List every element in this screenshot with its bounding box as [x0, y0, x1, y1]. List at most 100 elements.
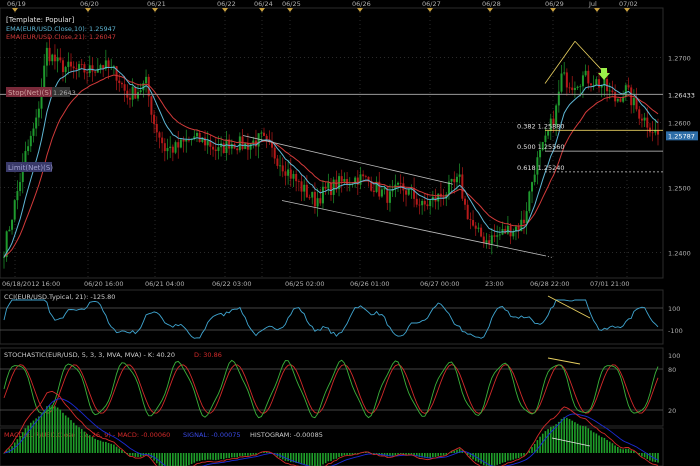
macd-histogram-bar — [134, 453, 137, 457]
candle-body — [472, 220, 475, 226]
macd-histogram-bar — [322, 453, 324, 465]
stoch-axis-100: 100 — [668, 352, 680, 360]
macd-histogram-bar — [611, 443, 614, 453]
candle-body — [206, 140, 209, 146]
candle-body — [589, 83, 592, 86]
macd-histogram-bar — [88, 435, 91, 453]
macd-histogram-bar — [102, 441, 104, 453]
template-label: [Template: Popular] — [6, 16, 75, 24]
candle-body — [244, 143, 247, 150]
candle-body — [646, 117, 649, 128]
macd-histogram-bar — [600, 437, 603, 453]
macd-histogram-bar — [547, 429, 549, 453]
candle-body — [86, 72, 89, 74]
candle-body — [222, 143, 225, 153]
candle-body — [608, 90, 611, 92]
candle-body — [466, 204, 469, 220]
candle-body — [276, 158, 279, 166]
current-price-marker: 1.25787 — [666, 131, 698, 141]
macd-histogram-bar — [252, 453, 255, 455]
macd-histogram-bar — [606, 439, 608, 453]
candle-body — [139, 90, 142, 93]
candle-body — [316, 198, 319, 207]
macd-histogram-bar — [193, 453, 196, 463]
macd-histogram-bar — [407, 453, 410, 455]
candle-body — [249, 143, 252, 150]
macd-histogram-bar — [614, 445, 616, 453]
candle-body — [364, 176, 367, 178]
stop-price-axis-label: 1.26433 — [668, 91, 695, 99]
candle-body — [421, 200, 424, 206]
macd-histogram-bar — [453, 450, 456, 453]
candle-body — [179, 139, 182, 148]
candle-body — [321, 186, 324, 204]
macd-histogram-bar — [231, 453, 233, 458]
candle-body — [598, 79, 601, 88]
macd-histogram-bar — [523, 453, 525, 456]
macd-histogram-bar — [386, 453, 389, 457]
candle-body — [260, 132, 263, 134]
macd-histogram-bar — [327, 453, 330, 462]
stop-label[interactable]: Stop(Net)(S) 1.2643 — [6, 87, 76, 97]
macd-histogram-bar — [59, 409, 62, 453]
macd-histogram-bar — [38, 416, 40, 453]
candle-body — [426, 204, 429, 207]
bottom-date-label: 06/26 01:00 — [350, 280, 390, 288]
macd-histogram-bar — [616, 446, 619, 453]
macd-histogram-bar — [319, 453, 322, 466]
candle-body — [632, 97, 635, 106]
legend-ema21: EMA(EUR/USD.Close,21): 1.26047 — [6, 33, 116, 41]
macd-histogram-bar — [298, 453, 300, 464]
candle-body — [399, 182, 402, 184]
candle-body — [27, 146, 30, 152]
macd-histogram-bar — [51, 405, 54, 453]
macd-histogram-bar — [641, 453, 643, 457]
macd-histogram-bar — [496, 453, 498, 465]
macd-histogram-bar — [86, 433, 88, 453]
macd-histogram-bar — [501, 453, 504, 463]
candle-body — [600, 85, 603, 88]
candle-body — [485, 240, 488, 243]
candle-body — [273, 147, 276, 159]
candle-body — [458, 174, 461, 177]
macd-histogram-bar — [306, 453, 308, 466]
top-date-label: 06/25 — [282, 0, 301, 8]
macd-histogram-bar — [129, 453, 131, 456]
chart-canvas[interactable]: 06/19 06/20 06/21 06/22 06/24 06/25 06/26 06/27… — [0, 0, 700, 466]
macd-histogram-bar — [654, 453, 657, 463]
macd-histogram-bar — [571, 420, 574, 453]
limit-label[interactable]: Limit(Net)(S) — [6, 162, 53, 172]
macd-histogram-bar — [206, 453, 209, 460]
fib-level-label: 0.618 1.25240 — [517, 164, 565, 172]
macd-histogram-bar — [241, 453, 244, 457]
price-axis-label: 1.2600 — [668, 120, 691, 128]
macd-histogram-bar — [21, 432, 24, 453]
candle-body — [166, 148, 169, 152]
top-date-label: 06/21 — [147, 0, 166, 8]
candle-body — [262, 132, 265, 136]
cci-axis-minus100: -100 — [668, 327, 683, 335]
macd-histogram-bar — [118, 448, 121, 453]
macd-histogram-bar — [209, 453, 212, 460]
macd-histogram-bar — [587, 428, 590, 453]
macd-histogram-bar — [394, 453, 397, 456]
macd-histogram-bar — [180, 453, 182, 466]
candle-body — [107, 60, 110, 68]
macd-histogram-bar — [137, 453, 139, 458]
candle-body — [289, 169, 292, 179]
macd-histogram-bar — [177, 453, 180, 466]
candle-body — [257, 133, 260, 147]
candle-body — [469, 219, 472, 221]
candle-body — [56, 57, 59, 62]
macd-histogram-bar — [239, 453, 241, 456]
candle-body — [568, 87, 571, 89]
candle-body — [131, 86, 134, 100]
macd-histogram-bar — [99, 440, 102, 453]
macd-histogram-bar — [608, 441, 611, 453]
candle-body — [405, 190, 408, 195]
macd-histogram-bar — [249, 453, 252, 456]
macd-histogram-bar — [172, 453, 174, 466]
candle-body — [579, 86, 582, 88]
candle-body — [75, 68, 78, 70]
macd-histogram-bar — [520, 453, 523, 457]
